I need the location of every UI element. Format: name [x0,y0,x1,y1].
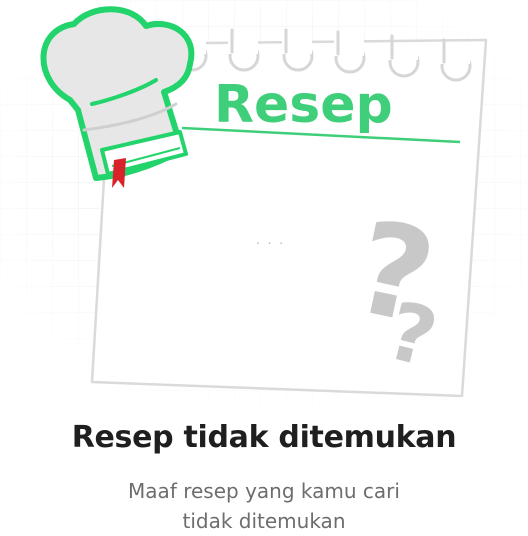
notepad-heading: Resep [214,75,393,135]
recipe-not-found-screen: Resep . . . ? ? Resep tidak ditemukan Ma… [0,0,528,536]
recipe-not-found-illustration: Resep . . . ? ? [0,0,528,410]
empty-state-title: Resep tidak ditemukan [71,420,457,455]
notepad-placeholder: . . . [256,233,285,247]
empty-state-message: Maaf resep yang kamu cari tidak ditemuka… [128,479,400,533]
